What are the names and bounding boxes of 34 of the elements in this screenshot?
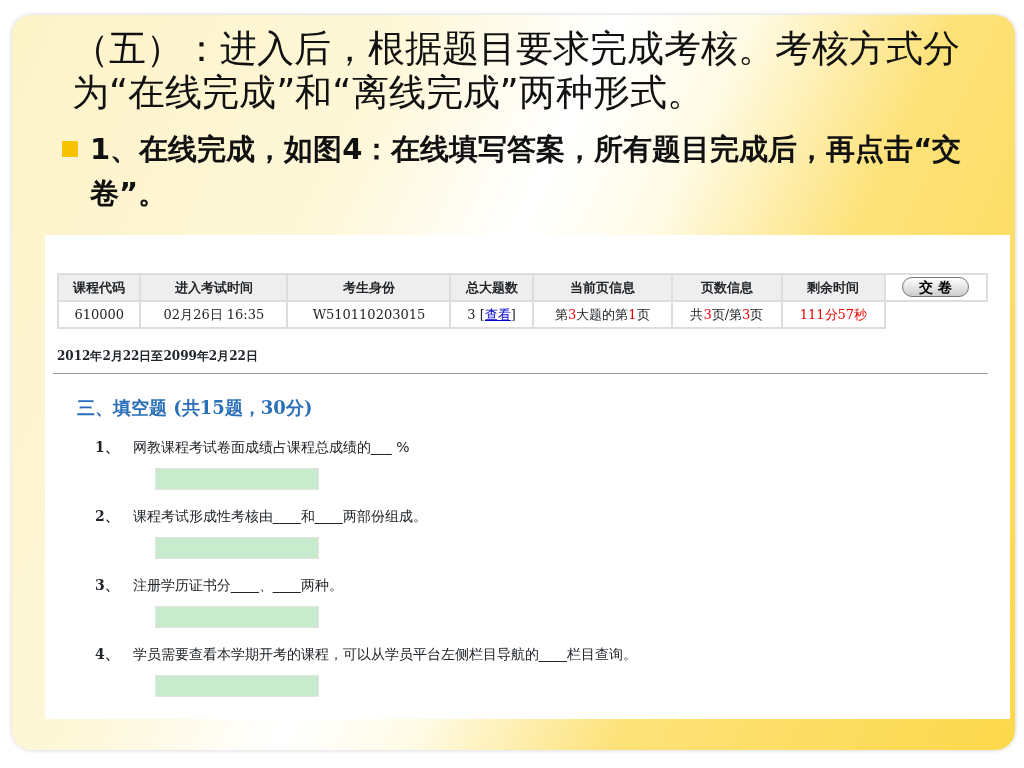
table-cell: 610000 [58, 301, 141, 328]
column-header: 页数信息 [671, 274, 782, 301]
column-header: 当前页信息 [532, 274, 672, 301]
view-link[interactable]: 查看 [484, 306, 511, 322]
question-number: 2、 [95, 507, 119, 526]
submit-button[interactable]: 交 卷 [902, 277, 970, 298]
question-text: 课程考试形成性考核由____和____两部份组成。 [132, 507, 427, 526]
question-text: 注册学历证书分____、____两种。 [132, 576, 343, 595]
answer-field[interactable] [155, 606, 319, 628]
slide-title: （五）：进入后，根据题目要求完成考核。考核方式分为“在线完成”和“离线完成”两种形式。 [72, 27, 961, 115]
question-number: 3、 [95, 576, 119, 595]
table-cell: W510110203015 [287, 301, 451, 328]
table-cell: 共3页/第3页 [671, 301, 782, 328]
date-range: 2012年2月22日至2099年2月22日 [57, 348, 259, 365]
table-cell: 02月26日 16:35 [140, 301, 288, 328]
cell-text: ] [510, 306, 516, 322]
bullet-icon [62, 141, 78, 157]
answer-field[interactable] [155, 537, 319, 559]
question-text: 网教课程考试卷面成绩占课程总成绩的___ % [132, 438, 410, 457]
section-title: 三、填空题 (共15题，30分) [77, 396, 314, 420]
question-number: 4、 [95, 645, 119, 664]
column-header: 剩余时间 [782, 274, 885, 301]
column-header: 课程代码 [58, 274, 141, 301]
column-header: 总大题数 [450, 274, 533, 301]
column-header: 进入考试时间 [140, 274, 288, 301]
answer-field[interactable] [155, 675, 319, 697]
cell-text: 3 [ [467, 306, 485, 322]
table-cell: 111分57秒 [782, 301, 885, 328]
question-text: 学员需要查看本学期开考的课程，可以从学员平台左侧栏目导航的____栏目查询。 [132, 645, 637, 664]
bullet-text: 1、在线完成，如图4：在线填写答案，所有题目完成后，再点击“交卷”。 [90, 131, 963, 212]
table-cell: 第3大题的第 1页 [532, 301, 672, 328]
question-number: 1、 [95, 438, 119, 457]
column-header: 考生身份 [287, 274, 451, 301]
answer-field[interactable] [155, 468, 319, 490]
